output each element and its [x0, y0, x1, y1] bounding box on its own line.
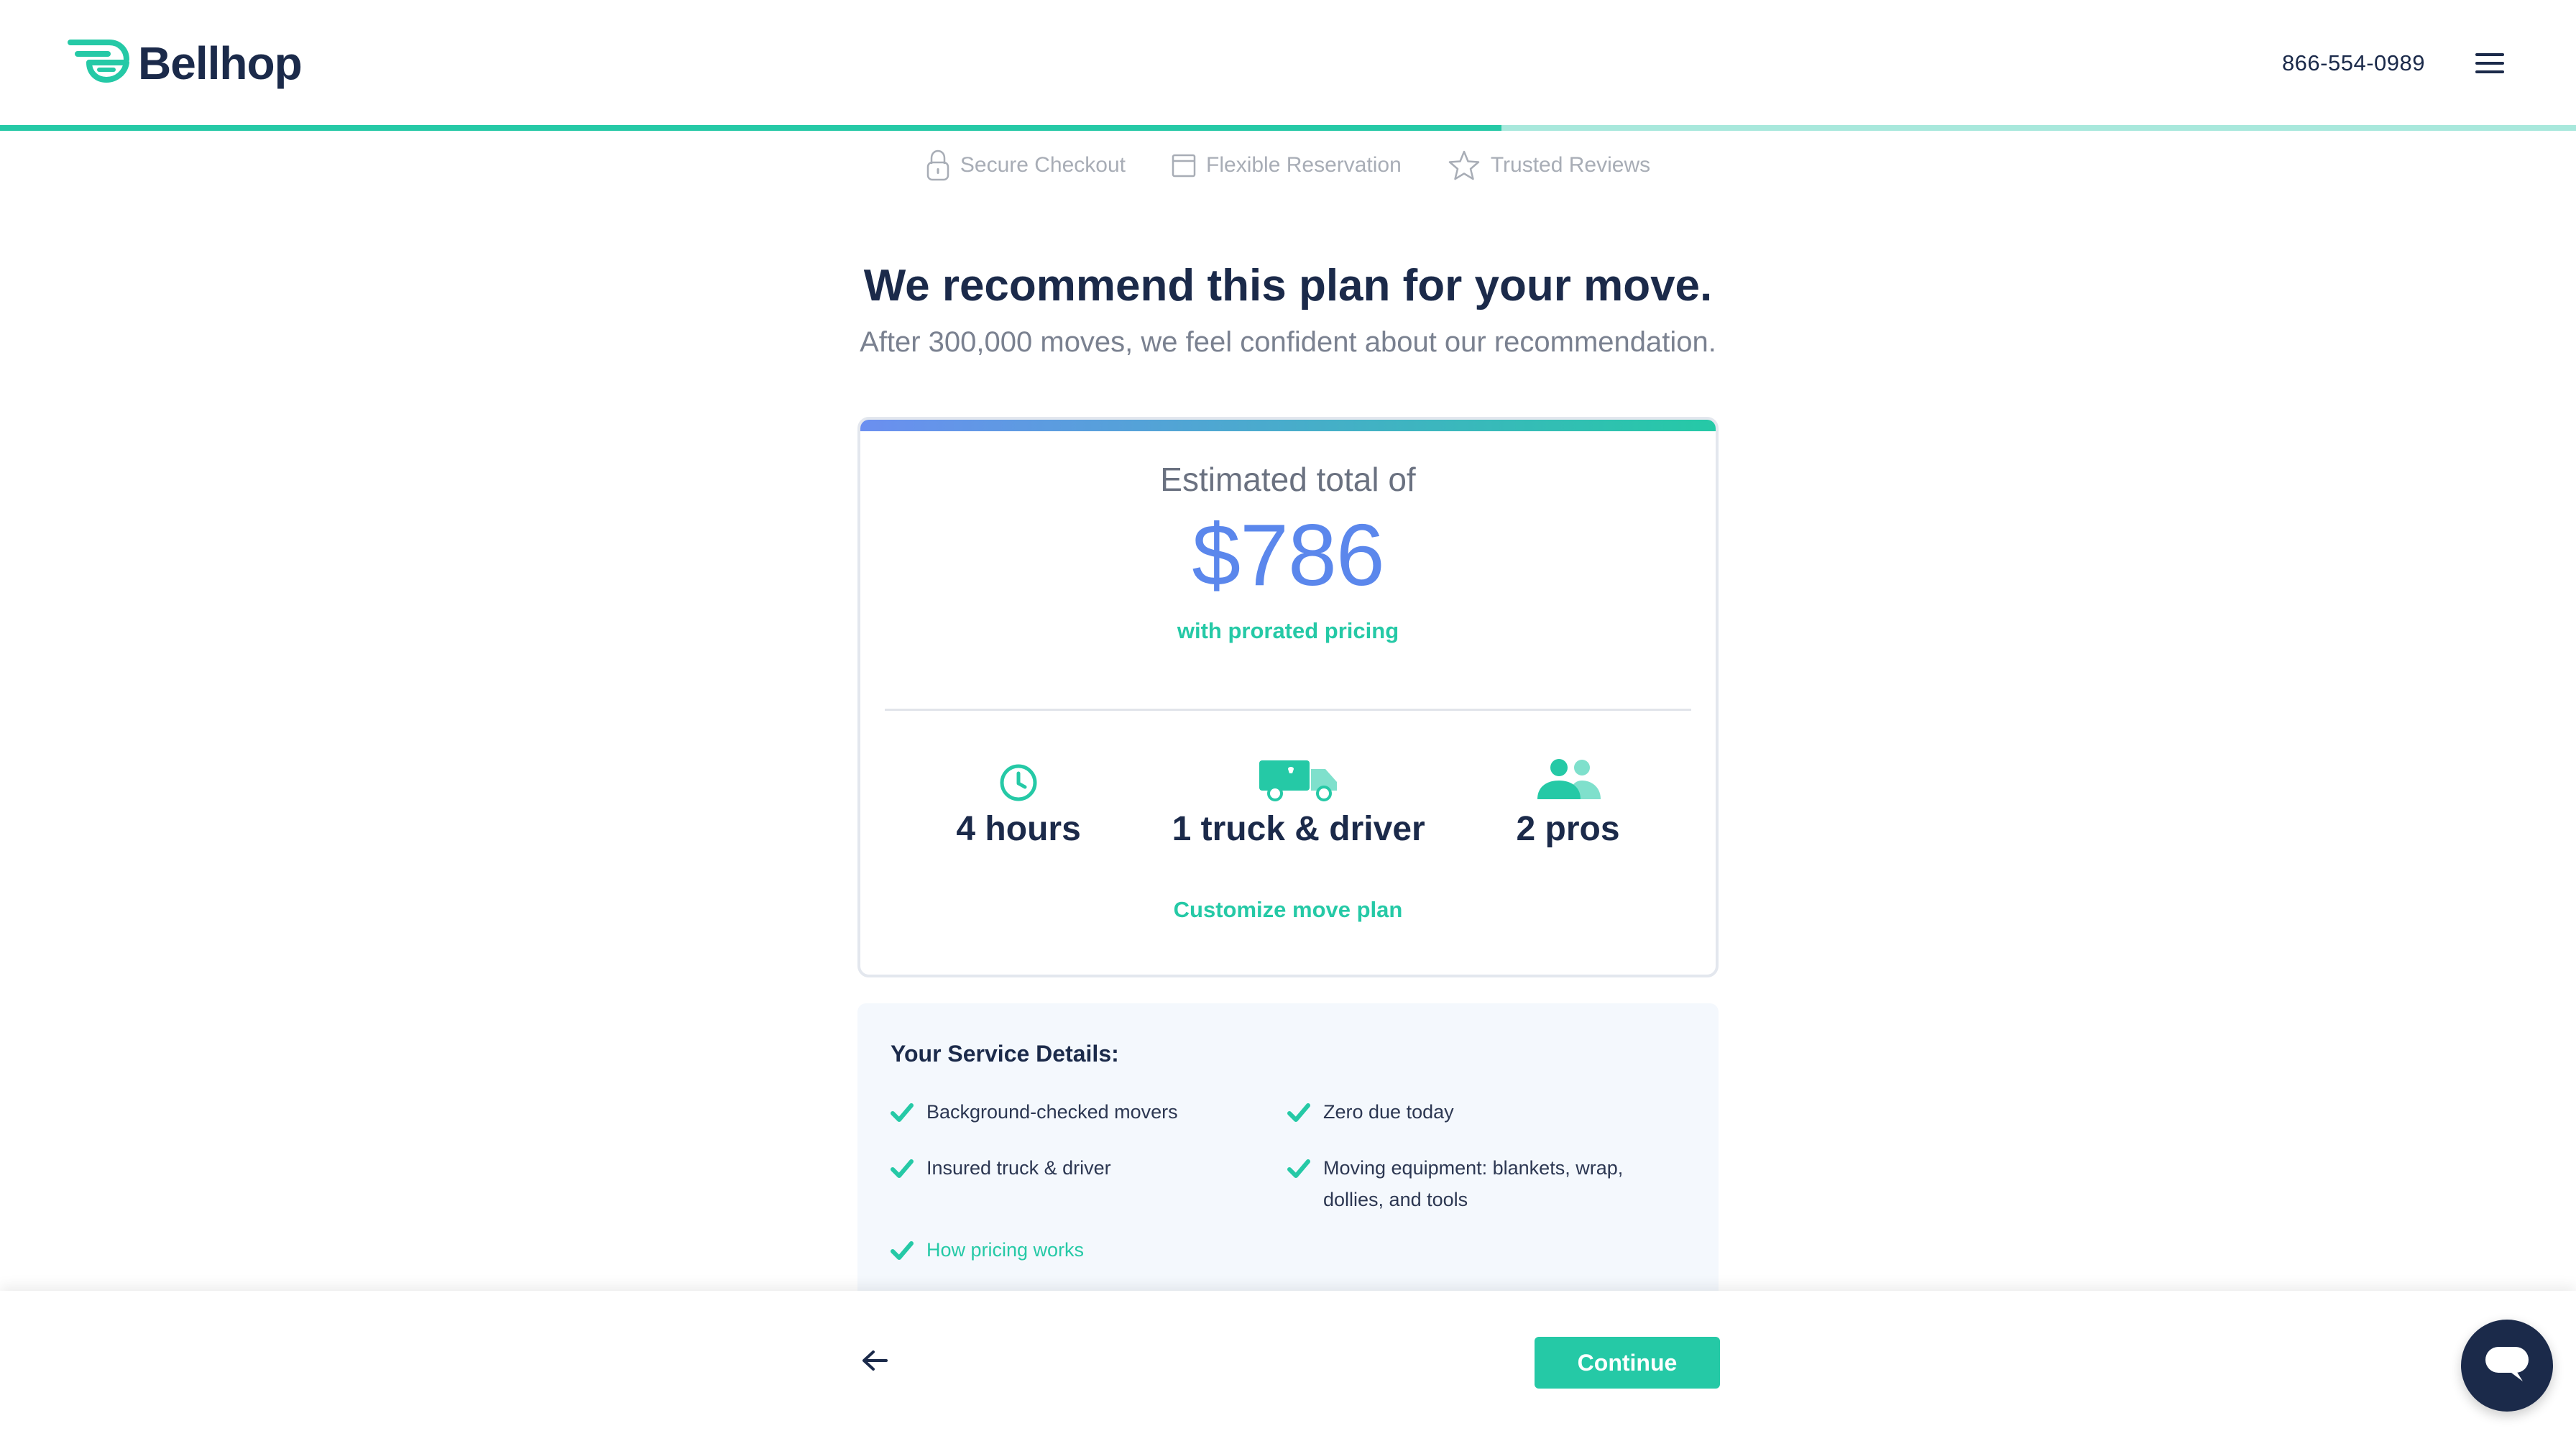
check-icon: [1287, 1156, 1310, 1188]
phone-number[interactable]: 866-554-0989: [2282, 50, 2425, 76]
service-item: Moving equipment: blankets, wrap, dollie…: [1287, 1152, 1661, 1215]
chat-bubble-icon: [2484, 1344, 2530, 1388]
service-details: Your Service Details: Background-checked…: [857, 1003, 1719, 1305]
plan-card: Estimated total of $786 with prorated pr…: [857, 417, 1719, 977]
page-subtitle: After 300,000 moves, we feel confident a…: [860, 326, 1716, 358]
calendar-icon: [1172, 153, 1196, 178]
feature-truck: 1 truck & driver: [1172, 755, 1425, 849]
estimated-total-label: Estimated total of: [1160, 461, 1416, 498]
service-details-title: Your Service Details:: [891, 1041, 1119, 1067]
feature-pros: 2 pros: [1517, 755, 1620, 849]
header-right: 866-554-0989: [2282, 50, 2508, 76]
bottom-action-bar: Continue: [0, 1291, 2576, 1436]
service-item-label: Zero due today: [1323, 1101, 1454, 1123]
trust-flexible-reservation: Flexible Reservation: [1172, 153, 1402, 178]
service-item-label: Background-checked movers: [926, 1101, 1178, 1123]
back-button[interactable]: [855, 1345, 894, 1379]
header: Bellhop 866-554-0989: [0, 0, 2576, 126]
prorated-pricing-link[interactable]: with prorated pricing: [860, 618, 1716, 644]
trust-badges: Secure Checkout Flexible Reservation Tru…: [0, 149, 2576, 181]
plan-card-accent-bar: [860, 420, 1716, 431]
feature-hours: 4 hours: [956, 755, 1081, 849]
page-title: We recommend this plan for your move.: [863, 261, 1713, 310]
trust-label: Flexible Reservation: [1206, 153, 1402, 177]
divider: [885, 709, 1691, 711]
feature-label: 4 hours: [956, 810, 1081, 848]
hamburger-menu-icon[interactable]: [2475, 53, 2504, 73]
star-icon: [1448, 149, 1481, 181]
trust-trusted-reviews: Trusted Reviews: [1448, 149, 1650, 181]
people-icon: [1533, 755, 1604, 802]
continue-button[interactable]: Continue: [1535, 1337, 1720, 1389]
trust-secure-checkout: Secure Checkout: [926, 149, 1126, 181]
service-details-list: Background-checked movers Zero due today…: [891, 1096, 1685, 1215]
service-item: Insured truck & driver: [891, 1152, 1287, 1215]
truck-icon: [1256, 755, 1341, 802]
trust-label: Trusted Reviews: [1490, 153, 1651, 177]
page: Bellhop 866-554-0989 Secure Checkout Fle…: [0, 0, 2576, 1436]
check-icon: [1287, 1100, 1310, 1132]
logo[interactable]: Bellhop: [68, 37, 303, 90]
plan-features: 4 hours 1 truck & driver 2 pros: [860, 755, 1716, 849]
service-item: Zero due today: [1287, 1096, 1661, 1132]
service-item-label: Moving equipment: blankets, wrap, dollie…: [1323, 1157, 1624, 1210]
feature-label: 2 pros: [1516, 810, 1620, 848]
check-icon: [891, 1238, 914, 1270]
lock-icon: [926, 149, 950, 181]
check-icon: [891, 1156, 914, 1188]
estimated-price: $786: [1192, 506, 1384, 604]
how-pricing-works-link[interactable]: How pricing works: [926, 1234, 1084, 1266]
arrow-left-icon: [860, 1349, 889, 1376]
logo-text: Bellhop: [138, 37, 303, 89]
feature-label: 1 truck & driver: [1172, 810, 1425, 848]
check-icon: [891, 1100, 914, 1132]
how-pricing-works-item[interactable]: How pricing works: [891, 1234, 1685, 1270]
customize-move-plan-link[interactable]: Customize move plan: [860, 897, 1716, 923]
service-item: Background-checked movers: [891, 1096, 1287, 1132]
progress-fill: [0, 125, 1502, 131]
chat-button[interactable]: [2461, 1320, 2553, 1412]
bellhop-logo-icon: [68, 38, 131, 89]
service-item-label: Insured truck & driver: [926, 1157, 1111, 1179]
clock-icon: [999, 755, 1038, 802]
progress-bar: [0, 125, 2576, 131]
trust-label: Secure Checkout: [960, 153, 1126, 177]
